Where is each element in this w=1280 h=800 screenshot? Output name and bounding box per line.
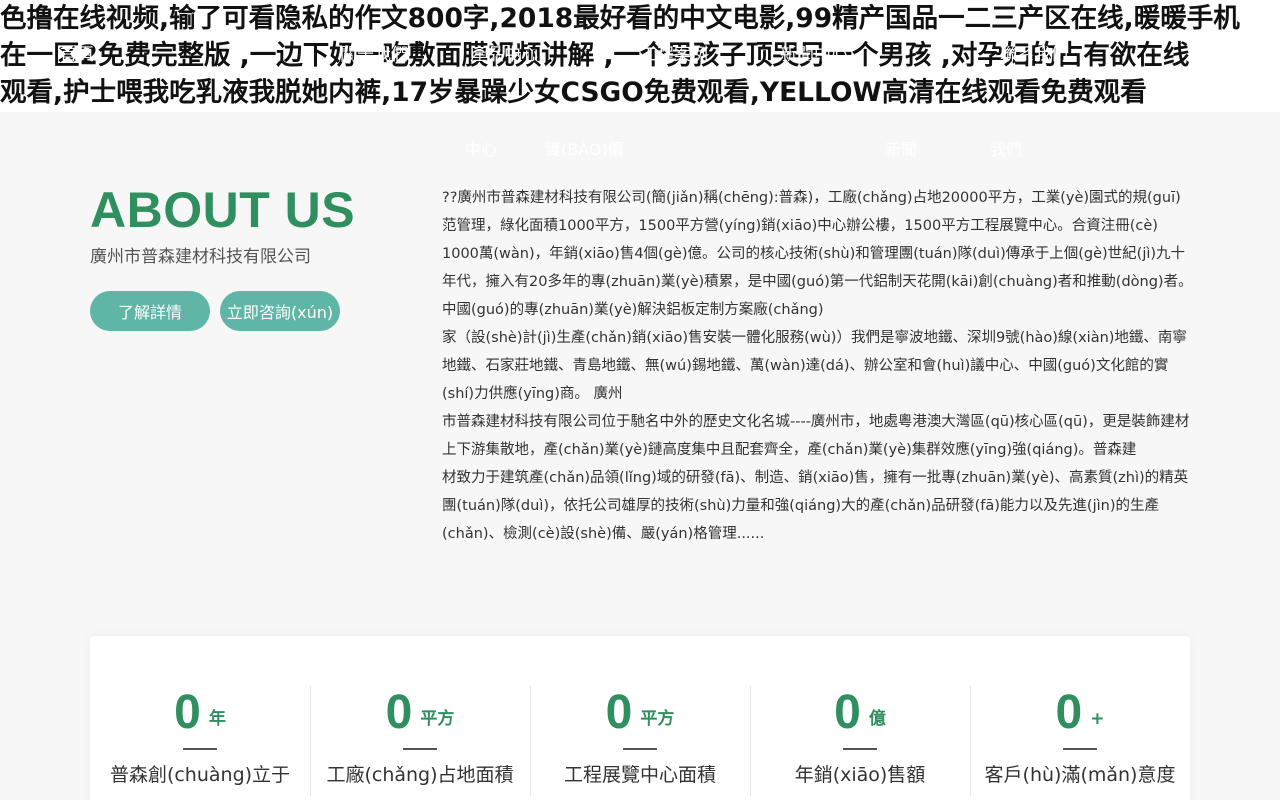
sub-nav-overlay: 中心 資(BÀO)價 新聞 我們	[0, 112, 1280, 172]
stat-annual-sales: 0億 年銷(xiāo)售額	[750, 686, 970, 800]
about-company-name: 廣州市普森建材科技有限公司	[90, 247, 311, 267]
stat-label: 普森創(chuàng)立于	[109, 764, 291, 786]
about-paragraph: 材致力于建筑產(chǎn)品領(lǐng)域的研發(fā)、制造、銷(xiāo)…	[442, 470, 1189, 542]
stat-exhibition-area: 0 平方 工程展覽中心面積	[530, 686, 750, 800]
nav-item-home[interactable]: 首頁	[60, 40, 94, 65]
stat-label: 工程展覽中心面積	[563, 764, 716, 786]
nav-item-contact[interactable]: 聯系我們	[1000, 40, 1068, 65]
stat-label: 客戶(hù)滿(mǎn)意度	[984, 764, 1176, 786]
stat-factory-area: 0 平方 工廠(chǎng)占地面積	[310, 686, 530, 800]
about-buttons: 了解詳情 立即咨詢(xún)	[90, 291, 390, 331]
subnav-item-quote[interactable]: 資(BÀO)價	[545, 136, 624, 160]
stat-founded: 0年 普森創(chuàng)立于	[90, 686, 310, 800]
top-nav: 首頁 關于我們 產品中心 工程案例 新聞中心 聯系我們	[0, 40, 1280, 65]
about-title: ABOUT US	[90, 182, 356, 238]
stat-divider	[403, 748, 437, 750]
stat-unit: 年	[208, 709, 226, 729]
subnav-item-us[interactable]: 我們	[990, 136, 1022, 160]
stat-value: 0	[385, 686, 413, 739]
stat-unit: 平方	[640, 709, 675, 729]
stat-unit: +	[1090, 709, 1105, 729]
stat-divider	[183, 748, 217, 750]
stat-value: 0	[174, 686, 201, 739]
stat-unit: 平方	[420, 709, 455, 729]
stat-value: 0	[834, 686, 861, 739]
stat-value: 0	[605, 686, 633, 739]
spam-heading-line-1: 色撸在线视频,输了可看隐私的作文800字,2018最好看的中文电影,99精产国品…	[0, 3, 1240, 34]
stat-satisfaction: 0 + 客戶(hù)滿(mǎn)意度	[970, 686, 1190, 800]
consult-now-button[interactable]: 立即咨詢(xún)	[220, 291, 340, 331]
about-paragraph: 1000萬(wàn)，年銷(xiāo)售4個(gè)億。公司的核心技術(shù)…	[442, 246, 1193, 318]
spam-heading-line-3: 观看,护士喂我吃乳液我脱她内裤,17岁暴躁少女CSGO免费观看,YELLOW高清…	[0, 77, 1147, 108]
nav-item-cases[interactable]: 工程案例	[640, 40, 708, 65]
stat-divider	[1063, 748, 1097, 750]
subnav-item-center[interactable]: 中心	[465, 136, 497, 160]
stat-value: 0	[1055, 686, 1083, 739]
nav-item-news[interactable]: 新聞中心	[780, 40, 848, 65]
stat-label: 年銷(xiāo)售額	[794, 764, 926, 786]
about-paragraph: 家（設(shè)計(jì)生產(chǎn)銷(xiāo)售安裝一體化服務(wù)…	[442, 330, 1187, 402]
stats-card: 0年 普森創(chuàng)立于 0 平方 工廠(chǎng)占地面積 0 平方 工…	[90, 636, 1190, 800]
about-section: ABOUT US 廣州市普森建材科技有限公司 了解詳情 立即咨詢(xún) ??…	[0, 112, 1280, 800]
subnav-item-news[interactable]: 新聞	[885, 136, 917, 160]
about-paragraph: ??廣州市普森建材科技有限公司(簡(jiǎn)稱(chēng):普森)，工廠(c…	[442, 190, 1181, 234]
about-description: ??廣州市普森建材科技有限公司(簡(jiǎn)稱(chēng):普森)，工廠(c…	[442, 184, 1194, 548]
about-paragraph: 市普森建材科技有限公司位于馳名中外的歷史文化名城----廣州市，地處粵港澳大灣區…	[442, 414, 1190, 458]
learn-more-button[interactable]: 了解詳情	[90, 291, 210, 331]
stat-label: 工廠(chǎng)占地面積	[326, 764, 514, 786]
stat-unit: 億	[868, 709, 886, 729]
stat-divider	[623, 748, 657, 750]
about-intro: ABOUT US 廣州市普森建材科技有限公司 了解詳情 立即咨詢(xún)	[90, 184, 390, 331]
nav-item-about[interactable]: 關于我們	[340, 40, 408, 65]
nav-item-products[interactable]: 產品中心	[470, 40, 538, 65]
stat-divider	[843, 748, 877, 750]
